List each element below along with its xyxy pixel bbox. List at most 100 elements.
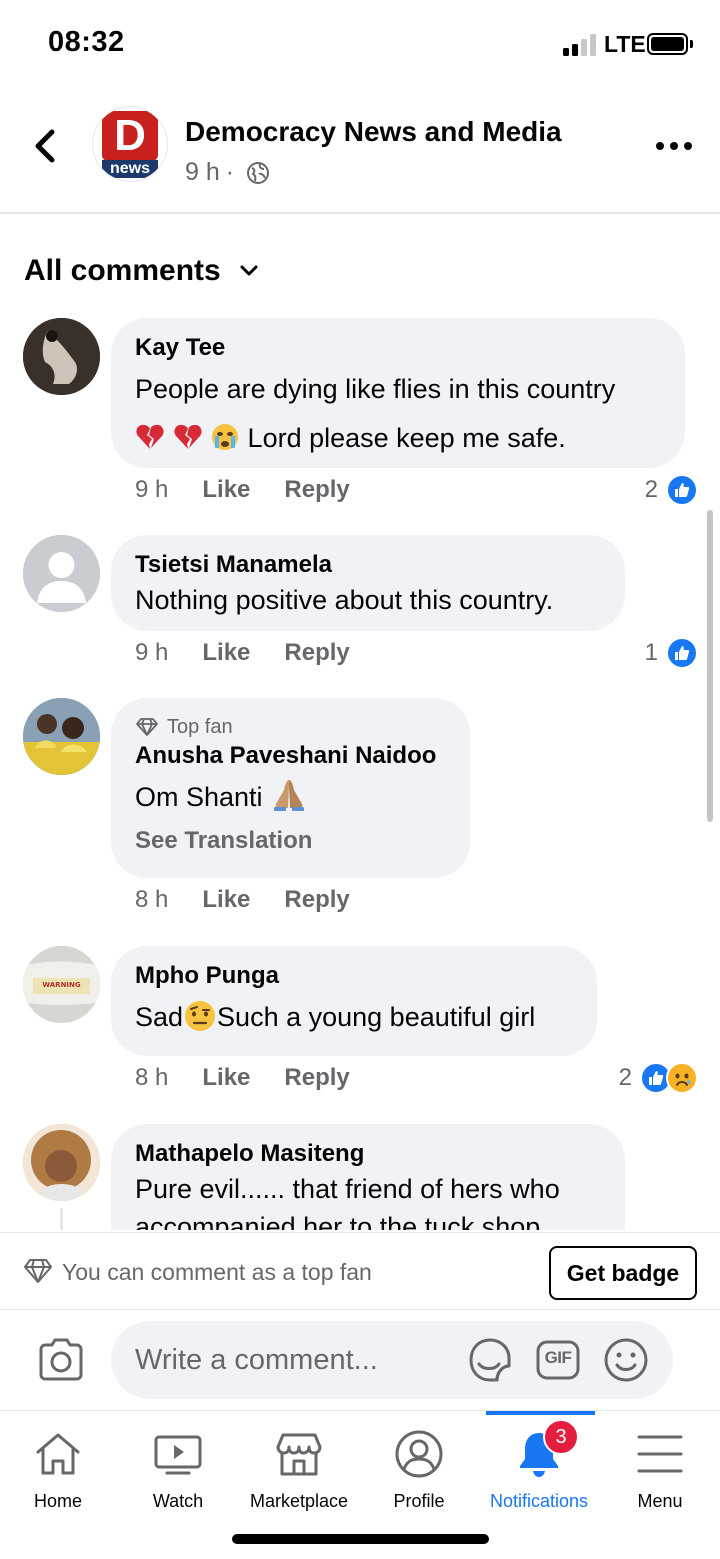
- home-icon: [36, 1433, 80, 1475]
- like-button[interactable]: Like: [202, 639, 250, 667]
- comment-time[interactable]: 9 h: [135, 476, 168, 504]
- commenter-name[interactable]: Anusha Paveshani Naidoo: [135, 740, 446, 772]
- avatar[interactable]: [23, 535, 100, 612]
- comment-actions: 8 h Like Reply: [135, 886, 384, 914]
- like-button[interactable]: Like: [202, 886, 250, 914]
- diamond-icon: [24, 1259, 52, 1283]
- notification-count-badge: 3: [543, 1419, 579, 1455]
- status-time: 08:32: [48, 26, 125, 58]
- avatar[interactable]: [23, 318, 100, 395]
- comment-bubble[interactable]: Tsietsi Manamela Nothing positive about …: [111, 535, 625, 631]
- get-badge-button[interactable]: Get badge: [549, 1246, 697, 1300]
- page-avatar[interactable]: D news: [92, 106, 168, 182]
- commenter-name[interactable]: Mpho Punga: [135, 960, 573, 992]
- nav-notifications[interactable]: 3 Notifications: [479, 1411, 599, 1521]
- avatar[interactable]: [23, 1124, 100, 1201]
- nav-marketplace[interactable]: Marketplace: [239, 1411, 359, 1521]
- logo-letter: D: [102, 111, 158, 161]
- comment-text: accompanied her to the tuck shop: [135, 1212, 541, 1230]
- menu-icon: [637, 1435, 683, 1473]
- folded-hands-icon: [274, 780, 305, 811]
- like-button[interactable]: Like: [202, 1064, 250, 1092]
- reaction-summary[interactable]: 2: [619, 1062, 698, 1094]
- nav-label: Home: [33, 1491, 82, 1511]
- reply-button[interactable]: Reply: [284, 1064, 349, 1092]
- comment-text: Lord please keep me safe.: [247, 423, 566, 453]
- post-header: D news Democracy News and Media 9 h ·: [0, 88, 720, 214]
- home-indicator: [232, 1534, 489, 1544]
- avatar[interactable]: WARNING: [23, 946, 100, 1023]
- comment-text: Om Shanti: [135, 782, 263, 812]
- more-options-button[interactable]: [656, 142, 692, 152]
- status-bar: 08:32 LTE: [0, 0, 720, 88]
- comment-sort-dropdown[interactable]: All comments: [24, 254, 259, 288]
- logo-text: news: [102, 160, 158, 178]
- reply-button[interactable]: Reply: [284, 476, 349, 504]
- reply-button[interactable]: Reply: [284, 639, 349, 667]
- raised-eyebrow-face-icon: [185, 1001, 216, 1031]
- comment-bubble[interactable]: Kay Tee People are dying like flies in t…: [111, 318, 685, 468]
- nav-label: Notifications: [489, 1491, 589, 1511]
- post-time: 9 h: [185, 158, 220, 186]
- nav-menu[interactable]: Menu: [600, 1411, 720, 1521]
- comment-text: People are dying like flies in this coun…: [135, 374, 616, 404]
- comment-bubble[interactable]: Mpho Punga Sad Such a young beautiful gir…: [111, 946, 597, 1056]
- page-name[interactable]: Democracy News and Media: [185, 116, 562, 148]
- reaction-summary[interactable]: 2: [645, 474, 698, 506]
- see-translation-link[interactable]: See Translation: [135, 822, 446, 860]
- camera-icon[interactable]: [37, 1337, 85, 1381]
- reply-button[interactable]: Reply: [284, 886, 349, 914]
- comment-time[interactable]: 9 h: [135, 639, 168, 667]
- comment-bubble[interactable]: Mathapelo Masiteng Pure evil...... that …: [111, 1124, 625, 1230]
- top-fan-badge[interactable]: Top fan: [135, 714, 446, 740]
- post-meta: 9 h ·: [185, 158, 270, 187]
- comment-bubble[interactable]: Top fan Anusha Paveshani Naidoo Om Shant…: [111, 698, 470, 878]
- comment-text: Sad: [135, 1002, 184, 1032]
- comment-input[interactable]: [135, 1321, 455, 1399]
- nav-label: Menu: [637, 1491, 683, 1511]
- signal-icon: [563, 34, 597, 56]
- nav-label: Marketplace: [249, 1491, 349, 1511]
- broken-heart-icon: [136, 424, 164, 449]
- reaction-count: 2: [644, 476, 658, 503]
- crying-face-icon: [212, 424, 239, 450]
- diamond-icon: [136, 718, 158, 736]
- reaction-summary[interactable]: 1: [645, 637, 698, 669]
- comment-actions: 8 h Like Reply: [135, 1064, 384, 1092]
- reaction-count: 1: [644, 639, 658, 666]
- commenter-name[interactable]: Kay Tee: [135, 332, 661, 364]
- broken-heart-icon: [173, 424, 202, 449]
- nav-home[interactable]: Home: [0, 1411, 118, 1521]
- globe-icon: [247, 161, 270, 184]
- meta-separator: ·: [225, 158, 235, 186]
- comment-text: Such a young beautiful girl: [217, 1002, 536, 1032]
- profile-icon: [395, 1430, 443, 1478]
- emoji-icon[interactable]: [603, 1337, 649, 1383]
- sad-reaction-icon: [666, 1062, 698, 1094]
- network-label: LTE: [604, 31, 646, 57]
- avatar[interactable]: [23, 698, 100, 775]
- svg-text:WARNING: WARNING: [42, 981, 81, 989]
- comment-time[interactable]: 8 h: [135, 1064, 168, 1092]
- commenter-name[interactable]: Mathapelo Masiteng: [135, 1138, 601, 1170]
- comment-actions: 9 h Like Reply: [135, 476, 384, 504]
- comment-time[interactable]: 8 h: [135, 886, 168, 914]
- nav-profile[interactable]: Profile: [359, 1411, 479, 1521]
- like-button[interactable]: Like: [202, 476, 250, 504]
- like-reaction-icon: [666, 474, 698, 506]
- back-button[interactable]: [26, 124, 66, 168]
- chevron-down-icon: [240, 265, 258, 276]
- nav-label: Profile: [393, 1491, 445, 1511]
- comment-composer: GIF: [0, 1310, 720, 1410]
- gif-icon[interactable]: GIF: [535, 1339, 581, 1381]
- top-fan-message: You can comment as a top fan: [62, 1259, 372, 1285]
- sticker-icon[interactable]: [465, 1336, 515, 1384]
- reaction-count: 2: [618, 1064, 632, 1091]
- comment-actions: 9 h Like Reply: [135, 639, 384, 667]
- nav-watch[interactable]: Watch: [118, 1411, 238, 1521]
- commenter-name[interactable]: Tsietsi Manamela: [135, 549, 601, 581]
- comment-text: Nothing positive about this country.: [135, 585, 554, 615]
- watch-icon: [154, 1435, 202, 1475]
- top-fan-bar: You can comment as a top fan Get badge: [0, 1232, 720, 1310]
- marketplace-icon: [276, 1433, 322, 1476]
